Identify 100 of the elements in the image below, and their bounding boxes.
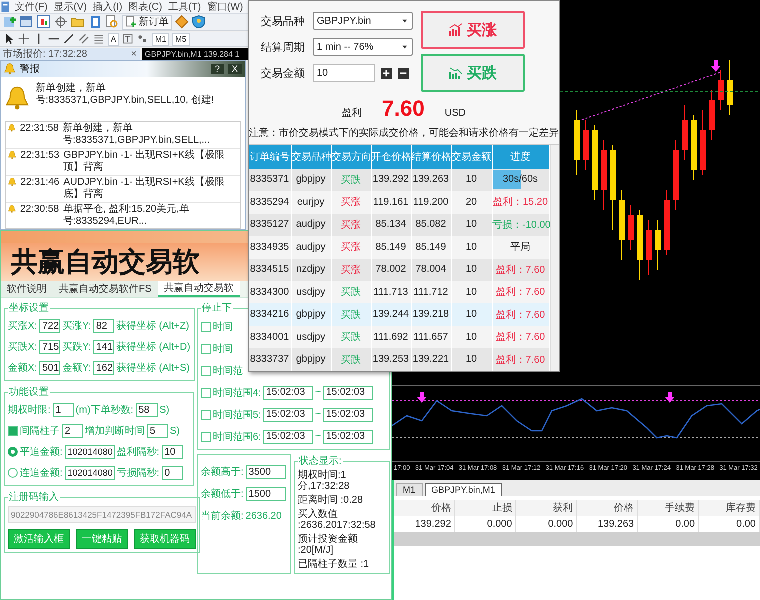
column-header: 价格 <box>394 500 455 516</box>
trend-line-icon[interactable] <box>63 33 75 45</box>
tab[interactable]: 共赢自动交易软 <box>158 281 240 297</box>
text-tool-button[interactable]: A <box>108 32 120 46</box>
input-field[interactable]: 1500 <box>246 487 286 501</box>
input-field[interactable]: 501 <box>39 361 60 375</box>
chart-tab[interactable]: GBPJPY.bin,M1 <box>424 483 502 496</box>
range-separator: ~ <box>315 409 322 420</box>
shapes-icon[interactable] <box>137 33 150 45</box>
window-icon[interactable] <box>20 15 34 29</box>
shield-icon[interactable] <box>192 15 206 29</box>
table-cell: 8334515 <box>249 258 291 281</box>
crosshair-icon[interactable] <box>18 33 30 45</box>
new-order-button[interactable]: 新订单 <box>122 14 172 30</box>
label-icon[interactable] <box>122 33 134 45</box>
order-row[interactable]: 8334935 audjpy 买涨 85.149 85.149 10 平局 <box>249 236 549 259</box>
minus-icon[interactable] <box>398 68 409 78</box>
input-field[interactable]: 0 <box>162 466 183 480</box>
order-row[interactable]: 8333737 gbpjpy 买跌 139.253 139.221 10 盈利：7.60 <box>249 348 549 371</box>
field-label: 余额低于: <box>201 488 244 501</box>
field-label: 买涨X: <box>8 320 38 333</box>
checkbox[interactable] <box>201 432 211 442</box>
order-row[interactable]: 8334216 gbpjpy 买跌 139.244 139.218 10 盈利：7.60 <box>249 303 549 326</box>
chart-icon[interactable] <box>37 15 51 29</box>
tab[interactable]: 软件说明 <box>1 281 53 297</box>
crosshair-icon[interactable] <box>54 15 68 29</box>
close-button[interactable]: × <box>131 48 137 60</box>
input-field[interactable]: 722 <box>39 319 60 333</box>
table-cell: 78.004 <box>411 258 451 281</box>
table-cell: 8333737 <box>249 348 291 371</box>
input-field[interactable]: 82 <box>93 319 114 333</box>
table-cell: 10 <box>451 258 492 281</box>
symbol-select[interactable]: GBPJPY.bin <box>313 12 413 30</box>
time-field[interactable]: 15:02:03 <box>323 408 374 422</box>
menu-item[interactable]: 工具(T) <box>165 0 204 14</box>
input-field[interactable]: 162 <box>93 361 114 375</box>
order-row[interactable]: 8334515 nzdjpy 买涨 78.002 78.004 10 盈利：7.60 <box>249 258 549 281</box>
help-button[interactable]: ? <box>210 64 224 74</box>
table-cell: 买涨 <box>331 191 371 214</box>
checkbox[interactable] <box>201 410 211 420</box>
unit-label: S) <box>170 426 180 436</box>
candle <box>646 220 652 276</box>
time-field[interactable]: 15:02:03 <box>323 386 374 400</box>
checkbox[interactable] <box>201 322 211 332</box>
time-field[interactable]: 15:02:03 <box>323 430 374 444</box>
input-field[interactable]: 2 <box>62 424 83 438</box>
field-label: 余额高于: <box>201 466 244 479</box>
chart-tab[interactable]: M1 <box>396 483 423 496</box>
radio-button[interactable] <box>8 447 18 457</box>
timeframe-button[interactable]: M1 <box>152 32 170 46</box>
menu-item[interactable]: 插入(I) <box>90 0 126 14</box>
group-title: 注册码输入 <box>8 490 60 504</box>
table-cell: 139.263 <box>411 168 451 192</box>
checkbox[interactable] <box>201 388 211 398</box>
alert-text: 单据平仓, 盈利:15.20美元,单号:8335294,EUR... <box>63 204 190 228</box>
order-row[interactable]: 8335294 eurjpy 买涨 119.161 119.200 20 盈利：15.20 <box>249 191 549 214</box>
menu-item[interactable]: 图表(C) <box>126 0 166 14</box>
input-field[interactable]: 5 <box>147 424 168 438</box>
candle <box>700 110 706 176</box>
scrollbar[interactable] <box>550 145 559 371</box>
table-cell: 8335127 <box>249 214 291 236</box>
order-row[interactable]: 8334001 usdjpy 买跌 111.692 111.657 10 盈利：7.60 <box>249 326 549 348</box>
timeframe-button[interactable]: M5 <box>172 32 190 46</box>
input-field[interactable]: 715 <box>39 340 60 354</box>
fibonacci-icon[interactable] <box>93 33 105 45</box>
candle <box>574 110 580 176</box>
close-button[interactable]: X <box>228 64 242 74</box>
order-row[interactable]: 8334300 usdjpy 买跌 111.713 111.712 10 盈利：7.60 <box>249 281 549 304</box>
candle <box>727 60 733 116</box>
tab[interactable]: 共赢自动交易软件FS <box>53 281 158 297</box>
table-cell: usdjpy <box>291 326 331 348</box>
checkbox[interactable] <box>201 366 211 376</box>
result-text: 盈利：15.20 <box>492 197 548 208</box>
input-field[interactable]: 102014080 <box>64 445 115 459</box>
order-row[interactable]: 8335127 audjpy 买涨 85.134 85.082 10 亏损：-10.00 <box>249 214 549 236</box>
menu-item[interactable]: 文件(F) <box>12 0 51 14</box>
candle <box>682 104 688 160</box>
plus-icon[interactable] <box>381 68 392 78</box>
menu-item[interactable]: 显示(V) <box>50 0 90 14</box>
period-select[interactable]: 1 min -- 76% <box>313 38 413 56</box>
buy-up-button[interactable]: 买涨 <box>421 11 525 49</box>
amount-field[interactable]: 10 <box>313 64 375 82</box>
input-field[interactable]: 102014080 <box>64 466 115 480</box>
input-field[interactable]: 1 <box>52 403 74 417</box>
checkbox[interactable] <box>8 426 18 436</box>
time-field[interactable]: 15:02:03 <box>263 408 314 422</box>
input-field[interactable]: 141 <box>93 340 114 354</box>
magnifier-icon[interactable] <box>105 15 119 29</box>
table-cell: 买跌 <box>331 303 371 326</box>
chart-tab[interactable]: GBPJPY.bin,M1 139.284 1 <box>142 48 248 60</box>
balance-value: 2636.20 <box>246 510 282 522</box>
table-cell: 买跌 <box>331 168 371 192</box>
radio-button[interactable] <box>8 468 18 478</box>
input-field[interactable]: 3500 <box>246 465 286 479</box>
input-field[interactable]: 58 <box>136 403 158 417</box>
menu-item[interactable]: 窗口(W) <box>204 0 246 14</box>
time-field[interactable]: 15:02:03 <box>263 386 314 400</box>
checkbox[interactable] <box>201 344 211 354</box>
time-field[interactable]: 15:02:03 <box>263 430 314 444</box>
input-field[interactable]: 10 <box>162 445 183 459</box>
